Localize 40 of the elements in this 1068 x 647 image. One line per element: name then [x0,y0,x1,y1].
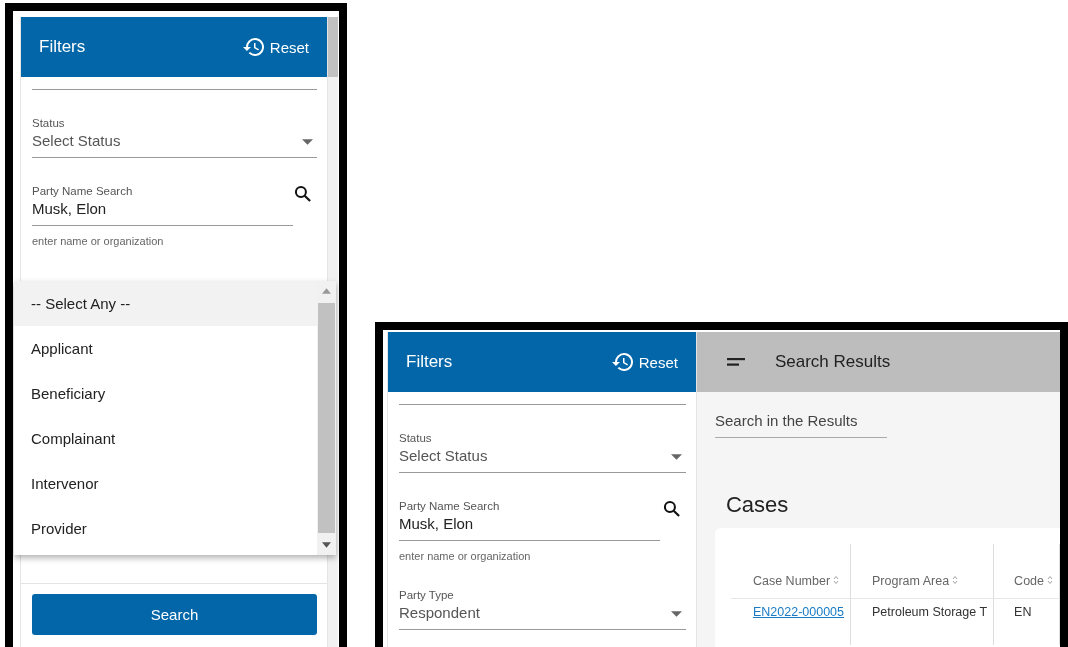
search-button[interactable]: Search [32,594,317,635]
select-field[interactable]: Status Select Status [399,431,686,473]
dropdown-option[interactable]: Complainant [14,416,317,461]
dropdown-option[interactable]: Beneficiary [14,371,317,416]
dropdown-option[interactable]: Intervenor [14,461,317,506]
cases-heading: Cases [725,492,790,518]
search-icon[interactable] [293,184,313,204]
reset-button[interactable]: Reset [241,33,309,61]
scroll-down-arrow-icon[interactable] [322,542,331,548]
party-name-field[interactable]: Party Name Search Musk, Elon [399,499,660,541]
column-header[interactable]: Case Number [730,544,851,599]
caret-icon [670,611,682,617]
history-icon [241,35,266,59]
party-name-field[interactable]: Party Name Search Musk, Elon [32,184,293,226]
filters-title: Filters [39,37,86,57]
caret-icon [670,454,682,460]
field-hint: enter name or organization [399,550,532,562]
table-cell: Petroleum Storage T [872,605,988,619]
menu-icon[interactable] [726,358,745,366]
search-icon[interactable] [661,499,682,519]
select-field[interactable]: Party Type Respondent [399,588,686,630]
column-header[interactable]: Code [993,544,1060,599]
scrollbar[interactable] [317,281,336,555]
filters-title: Filters [406,352,453,372]
sort-icon [833,575,840,585]
dropdown-option[interactable]: Applicant [14,326,317,371]
dropdown-option[interactable]: Provider [14,506,317,551]
reset-button[interactable]: Reset [610,348,678,376]
history-icon [610,350,635,374]
field-hint: enter name or organization [32,235,165,247]
sort-icon [952,575,959,585]
results-title: Search Results [774,352,891,372]
caret-icon [302,139,313,145]
select-field[interactable]: Status Select Status [32,116,317,158]
dropdown-option[interactable]: -- Select Any -- [14,281,317,326]
case-link[interactable]: EN2022-000005 [752,605,844,619]
table-cell: EN [1014,605,1032,619]
sort-icon [1047,575,1053,585]
results-search-field[interactable]: Search in the Results [714,406,887,438]
column-header[interactable]: Program Area [850,544,994,599]
